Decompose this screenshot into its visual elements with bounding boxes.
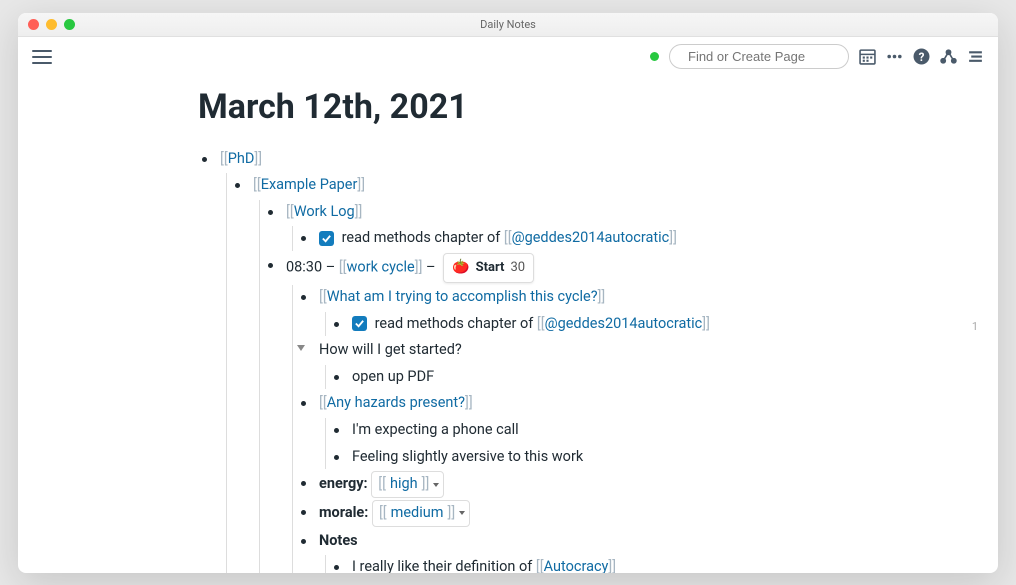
svg-text:?: ? [919, 50, 925, 64]
block-open-pdf[interactable]: open up PDF [330, 365, 938, 390]
energy-label: energy: [319, 476, 371, 493]
bullet-icon[interactable] [268, 210, 273, 215]
traffic-lights [18, 19, 75, 30]
chevron-down-icon [433, 483, 439, 487]
topbar-icons: ? [859, 48, 984, 65]
sync-status-indicator [650, 52, 659, 61]
link-high[interactable]: high [390, 472, 418, 497]
topbar: ? [18, 37, 998, 77]
more-icon[interactable] [886, 48, 903, 65]
block-morale[interactable]: morale: [[medium]] [297, 500, 938, 527]
link-geddes[interactable]: @geddes2014autocratic [512, 229, 670, 246]
block-definition[interactable]: I really like their definition of [[Auto… [330, 555, 938, 572]
bullet-icon[interactable] [301, 539, 306, 544]
link-example-paper[interactable]: Example Paper [261, 176, 358, 193]
chevron-down-icon [459, 511, 465, 515]
block-hazards[interactable]: [[Any hazards present?]] I'm expecting a… [297, 391, 938, 469]
todo-text: read methods chapter of [375, 315, 537, 332]
bullet-icon[interactable] [334, 428, 339, 433]
bullet-icon[interactable] [268, 263, 273, 268]
block-phone-call[interactable]: I'm expecting a phone call [330, 418, 938, 443]
block-notes[interactable]: Notes I really like their definition of … [297, 529, 938, 573]
morale-dropdown[interactable]: [[medium]] [372, 500, 470, 527]
link-accomplish[interactable]: What am I trying to accomplish this cycl… [327, 288, 598, 305]
notes-label: Notes [319, 532, 358, 549]
bullet-icon[interactable] [202, 157, 207, 162]
link-work-cycle[interactable]: work cycle [347, 259, 415, 276]
calendar-icon[interactable] [859, 48, 876, 65]
block-work-log[interactable]: [[Work Log]] read methods chapter of [[@… [264, 200, 938, 251]
menu-icon[interactable] [32, 47, 52, 67]
bullet-icon[interactable] [301, 510, 306, 515]
bullet-icon[interactable] [235, 183, 240, 188]
time-text: 08:30 [286, 259, 322, 276]
checkbox-done[interactable] [319, 231, 334, 246]
bullet-icon[interactable] [334, 455, 339, 460]
link-work-log[interactable]: Work Log [294, 203, 355, 220]
block-energy[interactable]: energy: [[high]] [297, 471, 938, 498]
block-phd[interactable]: [[PhD]] [[Example Paper]] [[Work Log]] [198, 147, 938, 573]
maximize-window-button[interactable] [64, 19, 75, 30]
help-icon[interactable]: ? [913, 48, 930, 65]
block-how-started[interactable]: How will I get started? open up PDF [297, 338, 938, 389]
reference-count[interactable]: 1 [972, 318, 978, 337]
tomato-icon: 🍅 [452, 256, 469, 280]
block-accomplish[interactable]: [[What am I trying to accomplish this cy… [297, 285, 938, 336]
titlebar: Daily Notes [18, 13, 998, 37]
link-phd[interactable]: PhD [228, 150, 255, 167]
sidebar-toggle-icon[interactable] [967, 48, 984, 65]
todo-text: read methods chapter of [342, 229, 504, 246]
link-hazards[interactable]: Any hazards present? [327, 394, 465, 411]
definition-text: I really like their definition of [352, 558, 536, 572]
pomodoro-button[interactable]: 🍅 Start 30 [443, 253, 534, 283]
pomo-minutes: 30 [510, 257, 525, 279]
link-medium[interactable]: medium [391, 501, 444, 526]
block-example-paper[interactable]: [[Example Paper]] [[Work Log]] read meth… [231, 173, 938, 572]
phone-call-text: I'm expecting a phone call [352, 421, 519, 438]
block-aversive[interactable]: Feeling slightly aversive to this work [330, 445, 938, 470]
block-todo-read-methods[interactable]: read methods chapter of [[@geddes2014aut… [297, 226, 938, 251]
minimize-window-button[interactable] [46, 19, 57, 30]
caret-down-icon[interactable] [297, 345, 305, 351]
close-window-button[interactable] [28, 19, 39, 30]
page-title: March 12th, 2021 [198, 87, 938, 127]
window-title: Daily Notes [18, 18, 998, 31]
bullet-icon[interactable] [301, 295, 306, 300]
link-geddes[interactable]: @geddes2014autocratic [545, 315, 703, 332]
bullet-icon[interactable] [301, 401, 306, 406]
checkbox-done[interactable] [352, 316, 367, 331]
search-input[interactable] [688, 49, 864, 64]
block-todo-read-methods-2[interactable]: read methods chapter of [[@geddes2014aut… [330, 312, 938, 337]
graph-icon[interactable] [940, 48, 957, 65]
bullet-icon[interactable] [334, 565, 339, 570]
block-work-cycle[interactable]: 08:30 – [[work cycle]] – 🍅 Start 30 [[Wh… [264, 253, 938, 572]
bullet-icon[interactable] [301, 481, 306, 486]
bullet-icon[interactable] [301, 236, 306, 241]
link-autocracy[interactable]: Autocracy [544, 558, 609, 572]
energy-dropdown[interactable]: [[high]] [371, 471, 444, 498]
content-area[interactable]: March 12th, 2021 [[PhD]] [[Example Paper… [18, 77, 998, 573]
search-box[interactable] [669, 44, 849, 69]
bullet-icon[interactable] [334, 322, 339, 327]
open-pdf-text: open up PDF [352, 368, 434, 385]
how-started-text: How will I get started? [319, 341, 462, 358]
morale-label: morale: [319, 504, 372, 521]
aversive-text: Feeling slightly aversive to this work [352, 448, 583, 465]
pomo-label: Start [476, 257, 505, 279]
app-window: Daily Notes ? [18, 13, 998, 573]
bullet-icon[interactable] [334, 375, 339, 380]
